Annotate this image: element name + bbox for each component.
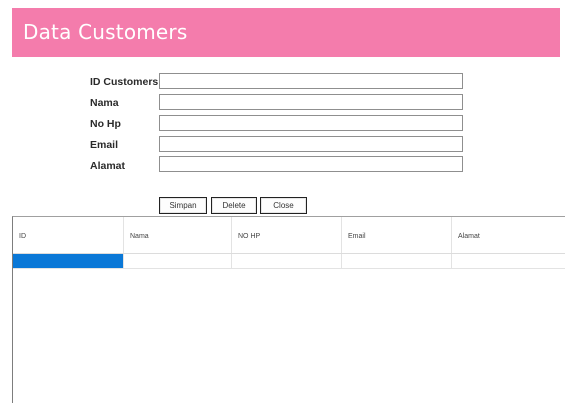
- email-label: Email: [90, 139, 119, 151]
- no-hp-field[interactable]: [159, 115, 463, 131]
- id-customers-field[interactable]: [159, 73, 463, 89]
- grid-cell-alamat[interactable]: [452, 254, 565, 268]
- grid-cell-nama[interactable]: [124, 254, 232, 268]
- customers-grid[interactable]: ID Nama NO HP Email Alamat: [12, 216, 565, 403]
- grid-cell-email[interactable]: [342, 254, 452, 268]
- email-field[interactable]: [159, 136, 463, 152]
- column-header-no-hp[interactable]: NO HP: [232, 217, 342, 253]
- page-title: Data Customers: [23, 20, 188, 44]
- column-header-alamat[interactable]: Alamat: [452, 217, 565, 253]
- no-hp-label: No Hp: [90, 118, 121, 130]
- alamat-field[interactable]: [159, 156, 463, 172]
- column-header-nama[interactable]: Nama: [124, 217, 232, 253]
- column-header-id[interactable]: ID: [13, 217, 124, 253]
- simpan-button[interactable]: Simpan: [159, 197, 207, 214]
- close-button[interactable]: Close: [260, 197, 307, 214]
- nama-label: Nama: [90, 97, 119, 109]
- alamat-label: Alamat: [90, 160, 126, 172]
- delete-button[interactable]: Delete: [211, 197, 257, 214]
- id-customers-label: ID Customers: [90, 76, 159, 88]
- nama-field[interactable]: [159, 94, 463, 110]
- column-header-email[interactable]: Email: [342, 217, 452, 253]
- title-banner: Data Customers: [12, 8, 560, 57]
- grid-cell-id[interactable]: [13, 254, 124, 268]
- table-row[interactable]: [13, 254, 565, 269]
- grid-cell-no-hp[interactable]: [232, 254, 342, 268]
- grid-header-row: ID Nama NO HP Email Alamat: [13, 217, 565, 254]
